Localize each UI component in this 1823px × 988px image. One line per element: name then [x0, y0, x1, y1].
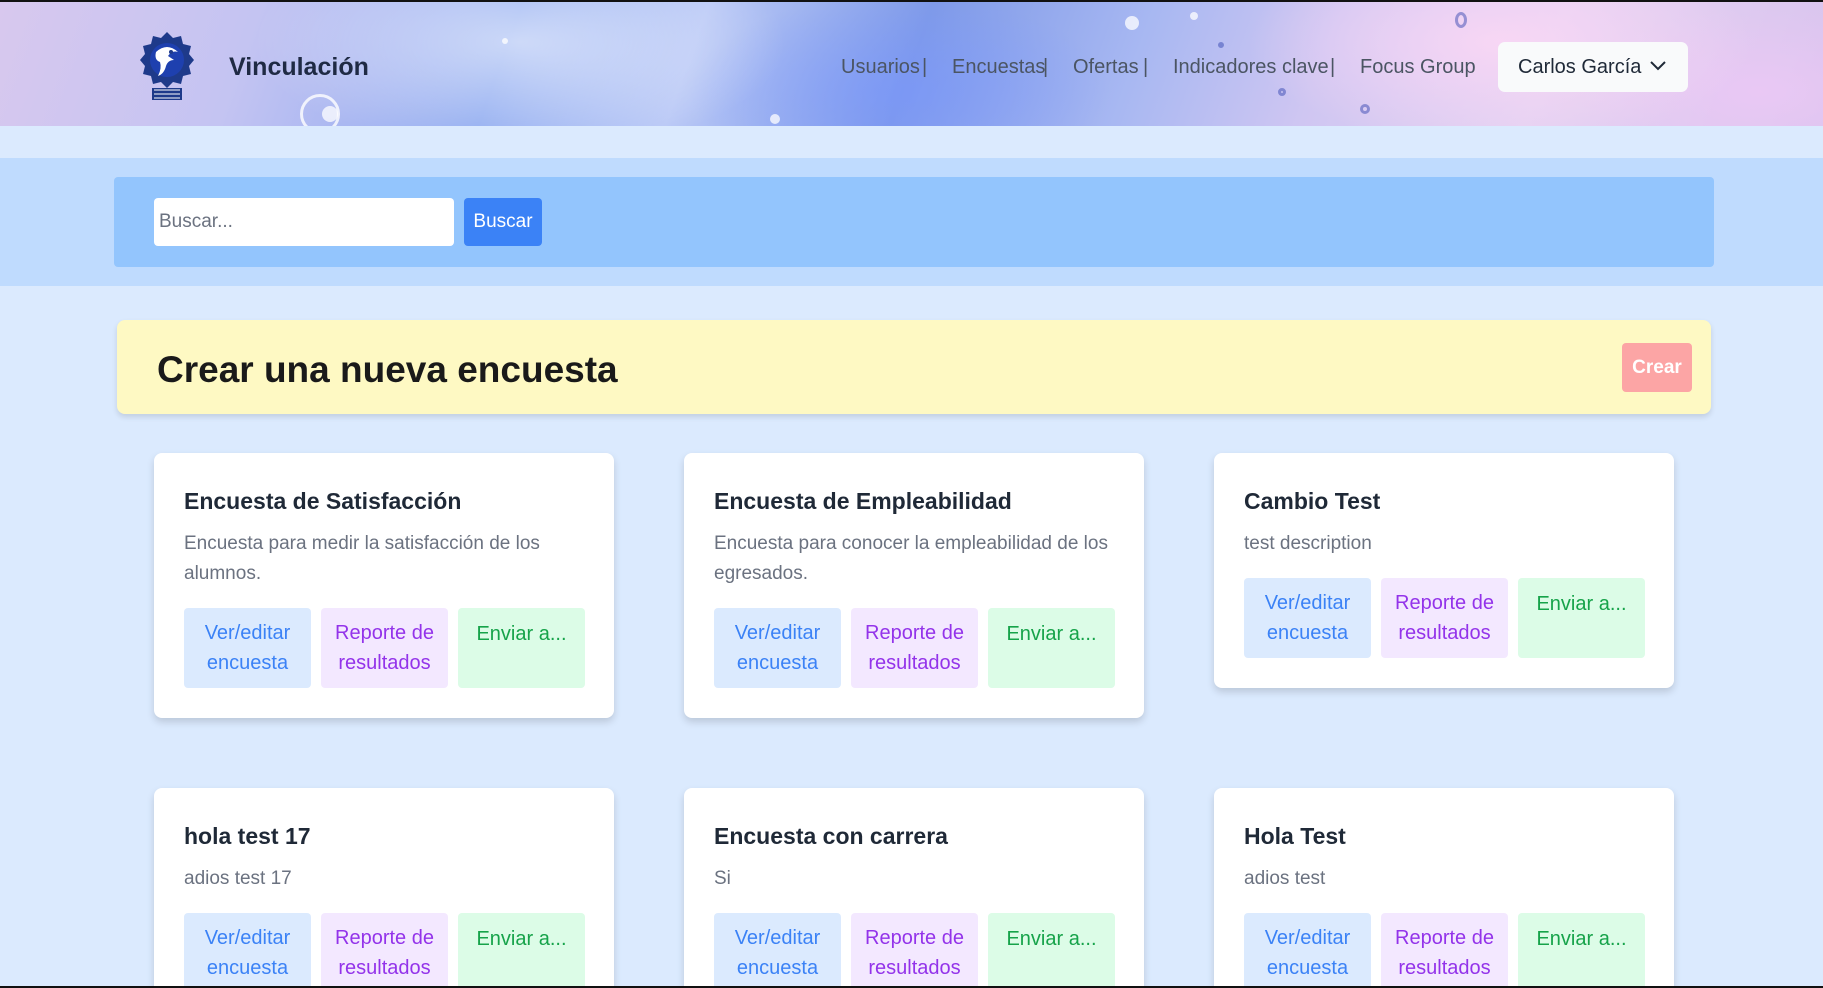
decorative-bubble — [1278, 88, 1286, 96]
decorative-dot — [1190, 12, 1198, 20]
decorative-dot — [502, 38, 508, 44]
user-name: Carlos García — [1518, 55, 1642, 78]
results-report-button[interactable]: Reporte de resultados — [321, 913, 448, 988]
view-edit-survey-button[interactable]: Ver/editar encuesta — [1244, 578, 1371, 658]
survey-actions: Ver/editar encuesta Reporte de resultado… — [1244, 578, 1645, 658]
nav-separator: | — [922, 56, 928, 78]
survey-actions: Ver/editar encuesta Reporte de resultado… — [714, 913, 1115, 988]
create-survey-banner: Crear una nueva encuesta Crear — [117, 320, 1711, 414]
survey-title: Encuesta con carrera — [714, 823, 948, 849]
send-survey-button[interactable]: Enviar a... — [458, 608, 585, 688]
nav-usuarios[interactable]: Usuarios — [841, 56, 920, 79]
survey-description: adios test — [1244, 868, 1326, 889]
nav-separator: | — [1143, 56, 1149, 78]
view-edit-survey-button[interactable]: Ver/editar encuesta — [1244, 913, 1371, 988]
survey-card: Encuesta de Satisfacción Encuesta para m… — [154, 453, 614, 718]
survey-title: Cambio Test — [1244, 488, 1381, 514]
user-menu-button[interactable]: Carlos García — [1498, 42, 1688, 92]
view-edit-survey-button[interactable]: Ver/editar encuesta — [184, 608, 311, 688]
survey-description: Encuesta para conocer la empleabilidad d… — [714, 533, 1108, 584]
decorative-dot — [322, 106, 338, 122]
survey-title: Encuesta de Satisfacción — [184, 488, 462, 514]
survey-title: Encuesta de Empleabilidad — [714, 488, 1012, 514]
create-survey-button[interactable]: Crear — [1622, 343, 1692, 392]
decorative-bubble — [1360, 104, 1370, 114]
create-survey-title: Crear una nueva encuesta — [157, 349, 618, 390]
decorative-bubble — [1455, 12, 1467, 28]
view-edit-survey-button[interactable]: Ver/editar encuesta — [714, 913, 841, 988]
survey-actions: Ver/editar encuesta Reporte de resultado… — [184, 608, 585, 688]
survey-card: Encuesta de Empleabilidad Encuesta para … — [684, 453, 1144, 718]
survey-description: adios test 17 — [184, 868, 292, 889]
search-input[interactable] — [154, 198, 454, 246]
survey-actions: Ver/editar encuesta Reporte de resultado… — [1244, 913, 1645, 988]
survey-card: Cambio Test test description Ver/editar … — [1214, 453, 1674, 688]
view-edit-survey-button[interactable]: Ver/editar encuesta — [714, 608, 841, 688]
survey-card: Encuesta con carrera Si Ver/editar encue… — [684, 788, 1144, 988]
nav-encuestas[interactable]: Encuestas — [952, 56, 1045, 79]
results-report-button[interactable]: Reporte de resultados — [851, 913, 978, 988]
survey-card: Hola Test adios test Ver/editar encuesta… — [1214, 788, 1674, 988]
survey-description: Si — [714, 868, 731, 889]
send-survey-button[interactable]: Enviar a... — [988, 608, 1115, 688]
send-survey-button[interactable]: Enviar a... — [1518, 578, 1645, 658]
nav-indicadores-clave[interactable]: Indicadores clave — [1173, 56, 1329, 79]
decorative-dot — [1125, 16, 1139, 30]
survey-actions: Ver/editar encuesta Reporte de resultado… — [714, 608, 1115, 688]
survey-card: hola test 17 adios test 17 Ver/editar en… — [154, 788, 614, 988]
nav-ofertas[interactable]: Ofertas — [1073, 56, 1139, 79]
search-button[interactable]: Buscar — [464, 198, 542, 246]
survey-actions: Ver/editar encuesta Reporte de resultado… — [184, 913, 585, 988]
chevron-down-icon — [1650, 61, 1666, 71]
survey-description: Encuesta para medir la satisfacción de l… — [184, 533, 540, 584]
header-spacer — [0, 126, 1823, 158]
brand-name[interactable]: Vinculación — [229, 53, 369, 82]
results-report-button[interactable]: Reporte de resultados — [1381, 913, 1508, 988]
results-report-button[interactable]: Reporte de resultados — [851, 608, 978, 688]
institute-eagle-logo-icon[interactable] — [140, 30, 194, 102]
nav-separator: | — [1043, 56, 1049, 78]
view-edit-survey-button[interactable]: Ver/editar encuesta — [184, 913, 311, 988]
decorative-dot — [770, 114, 780, 124]
nav-separator: | — [1330, 56, 1336, 78]
results-report-button[interactable]: Reporte de resultados — [1381, 578, 1508, 658]
results-report-button[interactable]: Reporte de resultados — [321, 608, 448, 688]
survey-description: test description — [1244, 533, 1372, 554]
send-survey-button[interactable]: Enviar a... — [988, 913, 1115, 988]
send-survey-button[interactable]: Enviar a... — [1518, 913, 1645, 988]
survey-title: Hola Test — [1244, 823, 1346, 849]
send-survey-button[interactable]: Enviar a... — [458, 913, 585, 988]
nav-focus-group[interactable]: Focus Group — [1360, 56, 1476, 79]
survey-title: hola test 17 — [184, 823, 311, 849]
decorative-bubble — [1218, 42, 1224, 48]
top-navbar: Vinculación Usuarios | Encuestas | Ofert… — [0, 0, 1823, 134]
